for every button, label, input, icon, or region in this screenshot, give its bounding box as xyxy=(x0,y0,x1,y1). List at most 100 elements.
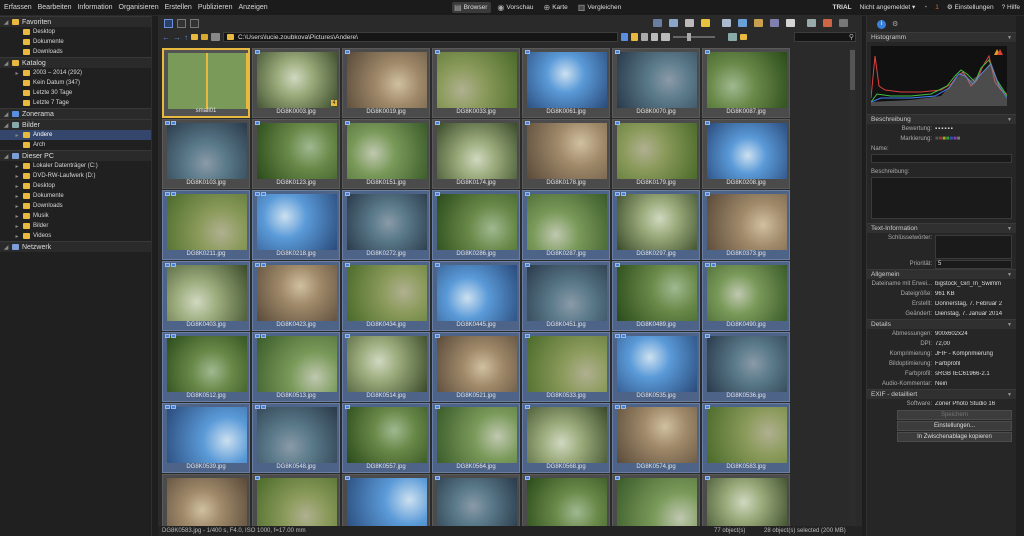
thumbnail-cell-folder[interactable]: small01 xyxy=(162,48,250,118)
thumbnail-cell[interactable]: DG8K0103.jpg xyxy=(162,119,250,189)
thumbnail-image[interactable] xyxy=(347,52,427,108)
thumbnail-cell[interactable]: DG8K0548.jpg xyxy=(252,403,340,473)
thumbnail-image[interactable] xyxy=(527,52,607,108)
tree-item[interactable]: ▸ Bilder xyxy=(0,221,151,231)
section-netzwerk[interactable]: ◢ Netzwerk xyxy=(0,241,151,252)
thumbnail-cell[interactable]: DG8K0218.jpg xyxy=(252,190,340,260)
thumbnail-image[interactable] xyxy=(527,407,607,463)
thumbnail-image[interactable] xyxy=(617,194,697,250)
folder-icon[interactable] xyxy=(191,34,198,40)
tag-icon[interactable] xyxy=(641,33,648,41)
tree-item[interactable]: ▸ Musik xyxy=(0,211,151,221)
notification-badge[interactable]: 1 xyxy=(935,4,939,11)
tree-arrow-icon[interactable]: ▸ xyxy=(14,203,20,210)
thumbnail-cell[interactable]: DG8K0272.jpg xyxy=(342,190,430,260)
thumbnail-cell[interactable]: DG8K0434.jpg xyxy=(342,261,430,331)
tree-item[interactable]: Desktop xyxy=(0,27,151,37)
help-menu[interactable]: ? Hilfe xyxy=(1002,4,1020,11)
thumbnail-cell[interactable]: DG8K0512.jpg xyxy=(162,332,250,402)
thumbnail-cell[interactable] xyxy=(522,474,610,526)
thumbnail-view-icon[interactable] xyxy=(164,18,173,28)
thumbnail-cell[interactable]: DG8K0568.jpg xyxy=(522,403,610,473)
thumbnail-cell[interactable]: DG8K0423.jpg xyxy=(252,261,340,331)
settings-icon[interactable]: ⚙ xyxy=(892,20,898,28)
tree-item[interactable]: ▸ Downloads xyxy=(0,201,151,211)
tree-arrow-icon[interactable]: ▸ xyxy=(14,233,20,240)
tree-item[interactable]: ▸ Lokaler Datenträger (C:) xyxy=(0,161,151,171)
thumbnail-image[interactable] xyxy=(617,123,697,179)
zoom-slider-handle[interactable] xyxy=(687,33,691,41)
rating-stars[interactable]: ▪▪▪▪▪▪ xyxy=(935,126,954,132)
settings-menu[interactable]: ⚙ Einstellungen xyxy=(947,3,994,11)
tree-item[interactable]: Kein Datum (347) xyxy=(0,78,151,88)
menu-item-anzeigen[interactable]: Anzeigen xyxy=(238,4,267,11)
expand-arrow-icon[interactable]: ◢ xyxy=(3,122,9,129)
expand-arrow-icon[interactable]: ◢ xyxy=(3,111,9,118)
thumbnail-image[interactable] xyxy=(707,336,787,392)
save-button[interactable]: Speichern xyxy=(897,410,1012,420)
thumbnail-image[interactable] xyxy=(347,123,427,179)
favorites-icon[interactable] xyxy=(211,33,220,41)
thumbnail-image[interactable] xyxy=(707,265,787,321)
thumbnail-image[interactable] xyxy=(617,407,697,463)
browse-folder-icon[interactable] xyxy=(740,34,747,40)
refresh-icon[interactable] xyxy=(621,33,628,41)
thumbnail-cell[interactable]: DG8K0564.jpg xyxy=(432,403,520,473)
thumbnail-image[interactable] xyxy=(437,407,517,463)
thumbnail-image[interactable] xyxy=(347,265,427,321)
batch-icon[interactable] xyxy=(770,19,779,27)
section-bilder[interactable]: ◢ Bilder xyxy=(0,119,151,130)
thumbnail-cell[interactable]: DG8K0061.jpg xyxy=(522,48,610,118)
tree-item[interactable]: Downloads xyxy=(0,47,151,57)
forward-icon[interactable]: → xyxy=(173,33,181,42)
thumbnail-image[interactable] xyxy=(168,53,248,109)
delete-icon[interactable] xyxy=(823,19,832,27)
right-panel-scrollbar[interactable] xyxy=(1016,16,1024,536)
thumbnail-image[interactable] xyxy=(437,265,517,321)
thumbnail-image[interactable] xyxy=(347,336,427,392)
mode-vorschau[interactable]: ◉ Vorschau xyxy=(495,2,537,13)
section-zonerama[interactable]: ◢ Zonerama xyxy=(0,108,151,119)
mode-browser[interactable]: ▤ Browser xyxy=(452,2,492,13)
rotate-icon[interactable] xyxy=(653,19,662,27)
up-icon[interactable]: ↑ xyxy=(184,33,188,42)
thumbnail-cell[interactable] xyxy=(162,474,250,526)
thumbnail-image[interactable] xyxy=(527,478,607,526)
thumbnail-image[interactable] xyxy=(167,123,247,179)
thumbnail-cell[interactable] xyxy=(612,474,700,526)
expand-arrow-icon[interactable]: ◢ xyxy=(3,19,9,26)
details-view-icon[interactable] xyxy=(177,18,186,28)
exif-header[interactable]: EXIF - detailliert ▼ xyxy=(867,389,1016,399)
menu-item-erfassen[interactable]: Erfassen xyxy=(4,4,32,11)
thumbnail-cell[interactable]: DG8K0403.jpg xyxy=(162,261,250,331)
view-mode-icon[interactable] xyxy=(661,33,670,41)
thumbnail-cell[interactable]: DG8K0287.jpg xyxy=(522,190,610,260)
thumbnail-cell[interactable]: DG8K0070.jpg xyxy=(612,48,700,118)
allgemein-header[interactable]: Allgemein ▼ xyxy=(867,269,1016,279)
text-info-header[interactable]: Text-Information ▼ xyxy=(867,223,1016,233)
zoom-slider[interactable] xyxy=(673,33,715,41)
thumbnail-image[interactable] xyxy=(167,478,247,526)
thumbnail-image[interactable] xyxy=(257,478,337,526)
thumbnail-image[interactable] xyxy=(257,265,337,321)
tree-arrow-icon[interactable]: ▸ xyxy=(14,193,20,200)
import-icon[interactable] xyxy=(722,19,731,27)
thumbnail-image[interactable] xyxy=(257,336,337,392)
thumbnail-image[interactable] xyxy=(617,52,697,108)
tree-item[interactable]: ▸ DVD-RW-Laufwerk (D:) xyxy=(0,171,151,181)
thumbnail-cell[interactable]: DG8K0151.jpg xyxy=(342,119,430,189)
menu-item-organisieren[interactable]: Organisieren xyxy=(119,4,159,11)
tree-arrow-icon[interactable]: ▸ xyxy=(14,213,20,220)
vertical-scrollbar[interactable] xyxy=(849,48,856,526)
tree-item[interactable]: ▸ Andere xyxy=(0,130,151,140)
thumbnail-image[interactable] xyxy=(347,478,427,526)
thumbnail-cell[interactable]: DG8K0514.jpg xyxy=(342,332,430,402)
expand-arrow-icon[interactable]: ◢ xyxy=(3,153,9,160)
rss-icon[interactable]: ◔ xyxy=(923,4,927,11)
scroll-thumb[interactable] xyxy=(850,50,855,90)
thumbnail-cell[interactable]: DG8K0557.jpg xyxy=(342,403,430,473)
thumbnail-cell[interactable] xyxy=(702,474,790,526)
thumbnail-image[interactable] xyxy=(707,407,787,463)
thumbnail-cell[interactable]: DG8K0019.jpg xyxy=(342,48,430,118)
print-icon[interactable] xyxy=(685,19,694,27)
